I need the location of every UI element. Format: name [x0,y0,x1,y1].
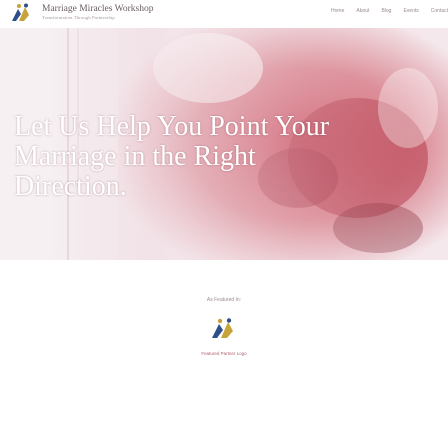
hero-banner: Let Us Help You Point Your Marriage in t… [0,28,448,260]
nav-blog[interactable]: Blog [381,8,391,14]
hero-line-3: Direction. [14,171,127,202]
nav-contact[interactable]: Contact [431,8,448,14]
featured-caption: Featured Partner Logo [201,351,247,356]
nav-home[interactable]: Home [331,8,344,14]
nav-about[interactable]: About [356,8,369,14]
main-nav: Home About Blog Events Contact [331,8,448,14]
hero-line-2: Marriage in the Right [14,141,256,172]
featured-logo-icon[interactable] [210,318,238,340]
brand-block[interactable]: Marriage Miracles Workshop Transformatio… [42,4,153,21]
nav-events[interactable]: Events [403,8,418,14]
featured-label: As Featured In: [206,297,242,303]
brand-tagline: Transformation Through Partnership [42,15,115,20]
brand-name: Marriage Miracles Workshop [42,4,154,14]
hero-headline: Let Us Help You Point Your Marriage in t… [14,112,444,202]
hero-line-1: Let Us Help You Point Your [14,111,330,142]
site-header: Marriage Miracles Workshop Transformatio… [0,0,448,28]
logo-icon[interactable] [10,3,34,23]
